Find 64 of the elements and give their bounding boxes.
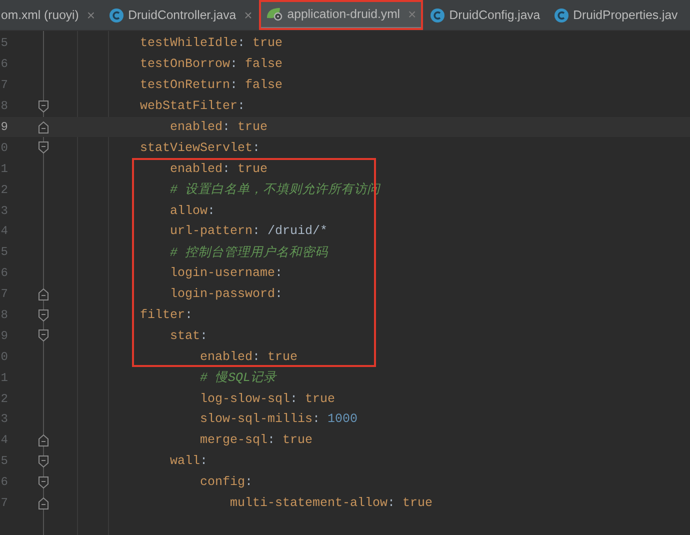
line-number: 2 (0, 392, 8, 406)
code-line: merge-sql: true (200, 433, 313, 448)
fold-icon[interactable] (38, 434, 49, 447)
code-line: statViewServlet: (140, 140, 260, 155)
class-icon (554, 8, 570, 22)
line-number: 7 (0, 78, 8, 92)
code-line: testWhileIdle: true (140, 36, 283, 50)
code-line: config: (200, 475, 253, 490)
line-number: 1 (0, 370, 8, 385)
code-line: enabled: true (200, 350, 298, 364)
fold-icon[interactable] (38, 288, 49, 301)
code-line: log-slow-sql: true (200, 392, 336, 406)
line-number: 7 (0, 287, 8, 302)
code-line: stat: (170, 328, 208, 343)
line-number: 5 (0, 245, 8, 260)
code-line: enabled: true (170, 162, 268, 176)
line-number: 3 (0, 204, 8, 218)
line-number: 5 (0, 454, 8, 468)
line-number: 6 (0, 475, 8, 490)
editor-tab[interactable]: DruidConfig.java (423, 0, 548, 30)
code-line: slow-sql-millis: 1000 (200, 412, 358, 426)
line-number: 5 (0, 36, 8, 50)
line-number: 4 (0, 224, 8, 238)
fold-icon[interactable] (38, 120, 49, 134)
fold-icon[interactable] (38, 308, 49, 322)
fold-icon[interactable] (38, 496, 49, 510)
code-line: allow: (170, 204, 216, 218)
line-number: 3 (0, 412, 8, 426)
editor-tab[interactable]: om.xml (ruoyi) × (0, 0, 102, 30)
code-line: testOnReturn: false (140, 78, 283, 92)
code-line: webStatFilter: (140, 99, 246, 114)
editor-tab[interactable]: DruidProperties.jav (547, 0, 685, 30)
fold-icon[interactable] (38, 329, 49, 342)
code-line: url-pattern: /druid/* (170, 224, 328, 238)
code-line: login-password: (170, 287, 283, 302)
editor-tab[interactable]: application-druid.yml × (259, 0, 424, 30)
line-number: 8 (0, 308, 8, 322)
line-number: 2 (0, 182, 8, 197)
code-comment: # 慢SQL记录 (200, 371, 277, 386)
line-number: 1 (0, 162, 8, 176)
class-icon (430, 8, 446, 22)
leaf-gear-icon (266, 6, 284, 21)
code-line: testOnBorrow: false (140, 57, 283, 72)
line-number: 7 (0, 496, 8, 510)
line-number: 9 (0, 328, 8, 343)
code-line: filter: (140, 308, 193, 322)
fold-icon[interactable] (38, 100, 49, 113)
class-icon (109, 8, 124, 22)
editor-tab[interactable]: DruidController.java × (102, 0, 260, 30)
code-line: login-username: (170, 266, 283, 280)
fold-icon[interactable] (38, 476, 49, 489)
line-number: 9 (0, 120, 8, 134)
line-number: 4 (0, 433, 8, 448)
code-line: multi-statement-allow: true (230, 496, 433, 510)
line-number: 0 (0, 350, 8, 364)
line-number: 8 (0, 99, 8, 114)
code-comment: # 控制台管理用户名和密码 (170, 246, 328, 260)
line-number: 0 (0, 140, 8, 155)
line-number: 6 (0, 266, 8, 280)
fold-icon[interactable] (38, 454, 49, 468)
fold-icon[interactable] (38, 141, 49, 154)
line-number: 6 (0, 57, 8, 72)
code-line: wall: (170, 454, 208, 468)
code-line: enabled: true (170, 120, 268, 134)
